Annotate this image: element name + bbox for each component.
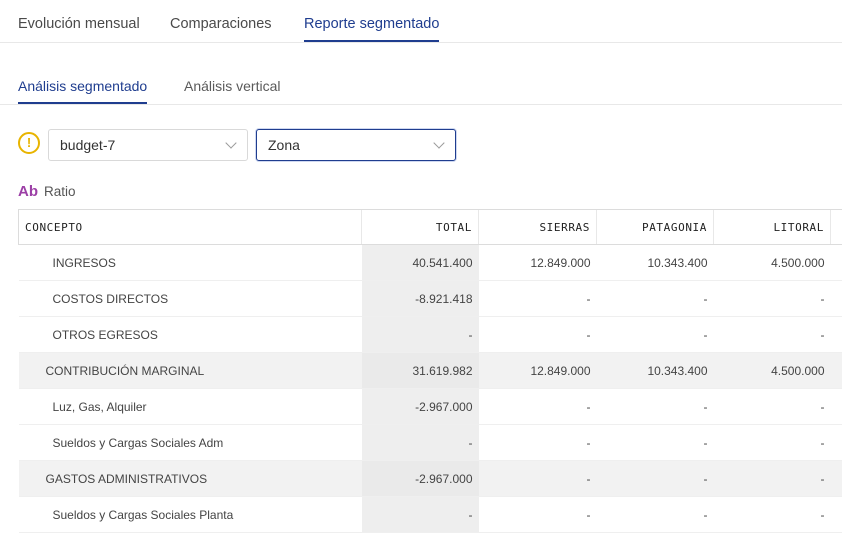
row-concept: CONTRIBUCIÓN MARGINAL bbox=[18, 352, 362, 389]
tab-reporte-segmentado[interactable]: Reporte segmentado bbox=[304, 0, 440, 42]
budget-select[interactable]: budget-7 bbox=[48, 129, 248, 161]
header-patagonia[interactable]: PATAGONIA bbox=[596, 209, 714, 245]
row-patagonia: - bbox=[596, 388, 714, 425]
row-total: 31.619.982 bbox=[361, 352, 479, 389]
row-concept: OTROS EGRESOS bbox=[18, 316, 362, 353]
header-overflow bbox=[830, 209, 842, 245]
subtab-analisis-vertical[interactable]: Análisis vertical bbox=[184, 43, 280, 104]
row-litoral: 4.500.000 bbox=[713, 352, 831, 389]
row-total: -2.967.000 bbox=[361, 388, 479, 425]
zone-select-value: Zona bbox=[268, 137, 300, 153]
row-sierras: - bbox=[478, 280, 597, 317]
header-litoral[interactable]: LITORAL bbox=[713, 209, 831, 245]
row-litoral: 4.500.000 bbox=[713, 244, 831, 281]
row-total: - bbox=[361, 496, 479, 533]
row-sierras: - bbox=[478, 316, 597, 353]
row-patagonia: - bbox=[596, 424, 714, 461]
row-overflow bbox=[830, 280, 842, 317]
row-litoral: - bbox=[713, 316, 831, 353]
row-litoral: - bbox=[713, 424, 831, 461]
row-concept: Sueldos y Cargas Sociales Adm bbox=[18, 424, 362, 461]
row-sierras: - bbox=[478, 496, 597, 533]
budget-select-value: budget-7 bbox=[60, 137, 116, 153]
table-row: OTROS EGRESOS - - - - bbox=[18, 316, 842, 353]
row-concept: COSTOS DIRECTOS bbox=[18, 280, 362, 317]
header-total[interactable]: TOTAL bbox=[361, 209, 479, 245]
row-total: - bbox=[361, 316, 479, 353]
row-sierras: - bbox=[478, 424, 597, 461]
row-overflow bbox=[830, 388, 842, 425]
row-overflow bbox=[830, 460, 842, 497]
table-group-row: CONTRIBUCIÓN MARGINAL 31.619.982 12.849.… bbox=[18, 352, 842, 389]
row-total: -2.967.000 bbox=[361, 460, 479, 497]
chevron-down-icon bbox=[225, 137, 237, 149]
subtab-analisis-segmentado[interactable]: Análisis segmentado bbox=[18, 43, 148, 104]
row-litoral: - bbox=[713, 388, 831, 425]
row-litoral: - bbox=[713, 460, 831, 497]
text-type-icon: Ab bbox=[18, 183, 38, 200]
table-row: Sueldos y Cargas Sociales Planta - - - - bbox=[18, 496, 842, 533]
table-row: Luz, Gas, Alquiler -2.967.000 - - - bbox=[18, 388, 842, 425]
row-patagonia: - bbox=[596, 460, 714, 497]
header-concepto[interactable]: CONCEPTO bbox=[18, 209, 362, 245]
segmented-report-table: CONCEPTO TOTAL SIERRAS PATAGONIA LITORAL… bbox=[18, 209, 842, 533]
top-tab-bar: Evolución mensual Comparaciones Reporte … bbox=[0, 0, 842, 43]
warning-icon[interactable]: ! bbox=[18, 132, 40, 154]
row-concept: GASTOS ADMINISTRATIVOS bbox=[18, 460, 362, 497]
row-concept: INGRESOS bbox=[18, 244, 362, 281]
ratio-indicator: Ab Ratio bbox=[18, 183, 76, 203]
row-sierras: - bbox=[478, 460, 597, 497]
row-litoral: - bbox=[713, 496, 831, 533]
row-overflow bbox=[830, 424, 842, 461]
row-patagonia: - bbox=[596, 496, 714, 533]
row-patagonia: 10.343.400 bbox=[596, 244, 714, 281]
table-group-row: GASTOS ADMINISTRATIVOS -2.967.000 - - - bbox=[18, 460, 842, 497]
sub-tab-bar: Análisis segmentado Análisis vertical bbox=[0, 43, 842, 105]
row-overflow bbox=[830, 496, 842, 533]
tab-comparaciones[interactable]: Comparaciones bbox=[170, 0, 272, 42]
row-overflow bbox=[830, 244, 842, 281]
table-row: Sueldos y Cargas Sociales Adm - - - - bbox=[18, 424, 842, 461]
row-sierras: - bbox=[478, 388, 597, 425]
table-row: INGRESOS 40.541.400 12.849.000 10.343.40… bbox=[18, 244, 842, 281]
tab-evolucion-mensual[interactable]: Evolución mensual bbox=[18, 0, 140, 42]
row-total: -8.921.418 bbox=[361, 280, 479, 317]
table-row: COSTOS DIRECTOS -8.921.418 - - - bbox=[18, 280, 842, 317]
row-concept: Sueldos y Cargas Sociales Planta bbox=[18, 496, 362, 533]
zone-select[interactable]: Zona bbox=[256, 129, 456, 161]
row-overflow bbox=[830, 352, 842, 389]
row-patagonia: 10.343.400 bbox=[596, 352, 714, 389]
row-sierras: 12.849.000 bbox=[478, 244, 597, 281]
row-sierras: 12.849.000 bbox=[478, 352, 597, 389]
header-sierras[interactable]: SIERRAS bbox=[478, 209, 597, 245]
ratio-label: Ratio bbox=[44, 184, 76, 199]
row-patagonia: - bbox=[596, 316, 714, 353]
chevron-down-icon bbox=[433, 137, 445, 149]
row-concept: Luz, Gas, Alquiler bbox=[18, 388, 362, 425]
row-patagonia: - bbox=[596, 280, 714, 317]
table-header-row: CONCEPTO TOTAL SIERRAS PATAGONIA LITORAL bbox=[18, 209, 842, 245]
row-total: 40.541.400 bbox=[361, 244, 479, 281]
row-total: - bbox=[361, 424, 479, 461]
row-litoral: - bbox=[713, 280, 831, 317]
row-overflow bbox=[830, 316, 842, 353]
